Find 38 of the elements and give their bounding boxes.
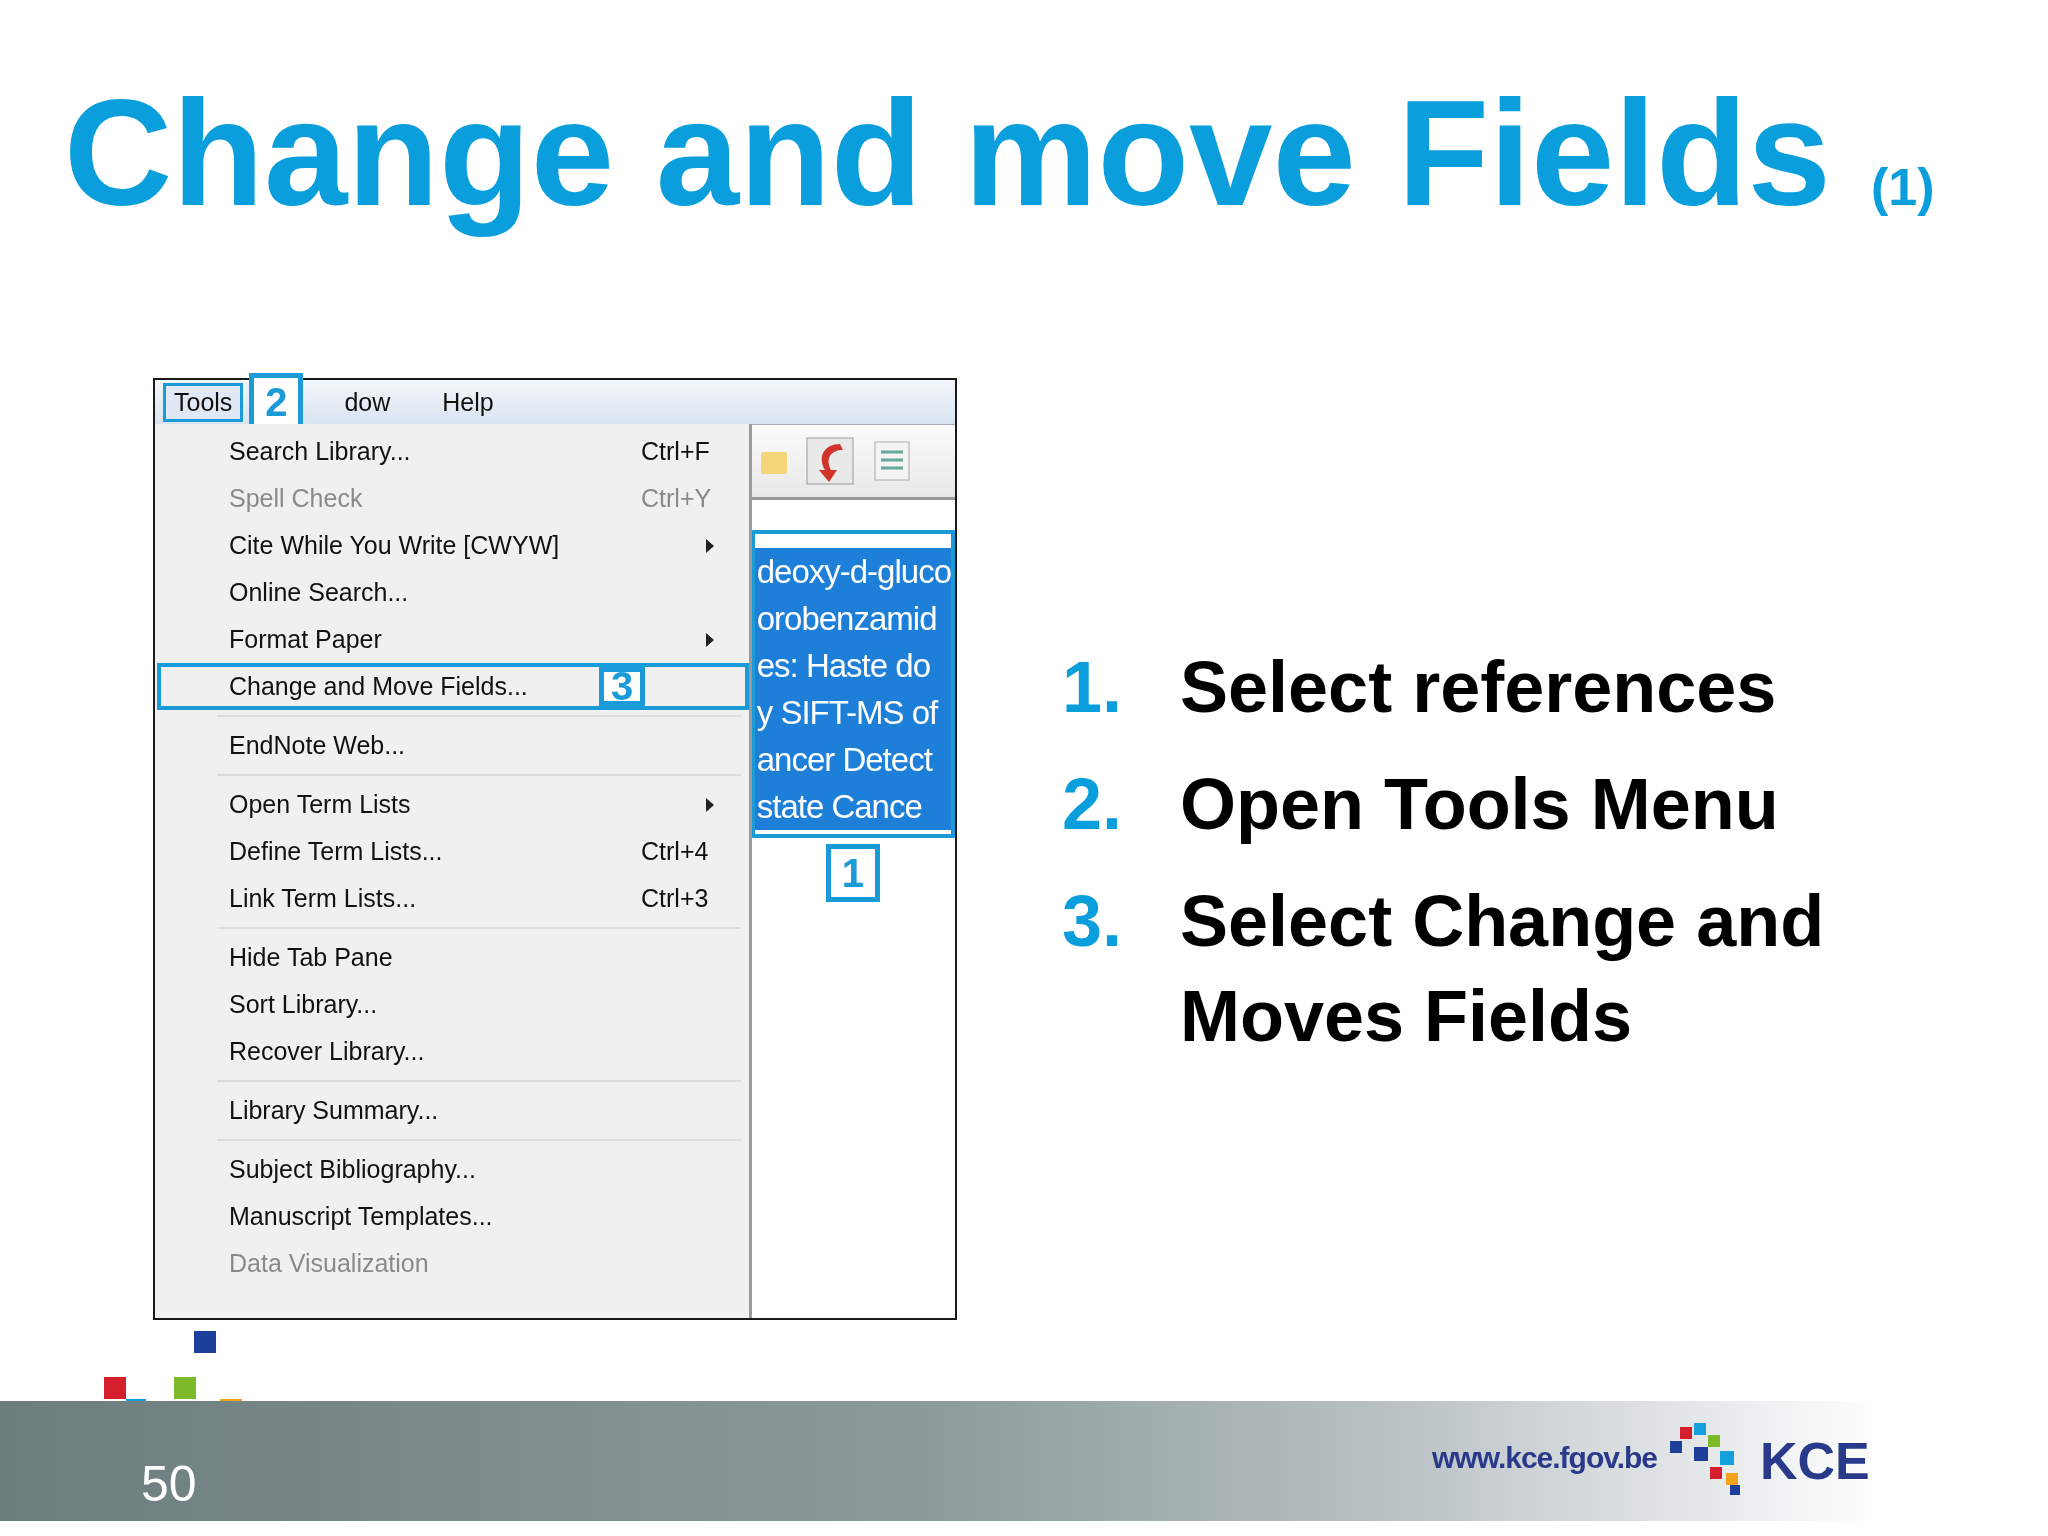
slide-title: Change and move Fields [64,68,1832,239]
footer-logo: KCE [1760,1431,1870,1491]
step-number: 3. [1062,880,1124,963]
reference-row[interactable]: y SIFT-MS of [754,689,951,736]
menu-item[interactable]: Cite While You Write [CWYW] [157,522,749,569]
step-marker: 3 [599,667,645,706]
reference-row[interactable]: ancer Detect [754,736,951,783]
page-number: 50 [141,1455,197,1513]
menu-item[interactable]: Search Library... Ctrl+F [157,428,749,475]
menu-item[interactable]: Open Term Lists [157,781,749,828]
menu-item[interactable]: Online Search... [157,569,749,616]
reference-row[interactable]: orobenzamid [754,595,951,642]
step-text: Select Change and Moves Fields [1180,880,1826,1058]
menu-item[interactable]: Library Summary... [157,1087,749,1134]
menu-bar-item[interactable]: Help [431,382,505,422]
menu-item[interactable]: Subject Bibliography... [157,1146,749,1193]
title-suffix: (1) [1871,157,1935,217]
menu-item[interactable]: Recover Library... [157,1028,749,1075]
menu-item[interactable]: Link Term Lists... Ctrl+3 [157,875,749,922]
step-number: 1. [1062,646,1124,729]
menu-item[interactable]: Format Paper [157,616,749,663]
reference-row[interactable]: es: Haste do [754,642,951,689]
menu-item[interactable]: Define Term Lists... Ctrl+4 [157,828,749,875]
reference-row[interactable]: state Cance [754,783,951,830]
menu-item[interactable]: EndNote Web... [157,722,749,769]
list-icon[interactable] [872,438,913,484]
menu-item[interactable]: Hide Tab Pane [157,934,749,981]
menu-item[interactable]: Sort Library... [157,981,749,1028]
footer-url[interactable]: www.kce.fgov.be [1432,1441,1658,1475]
reference-row[interactable]: deoxy-d-gluco [754,548,951,595]
step-number: 2. [1062,763,1124,846]
step-text: Select references [1180,646,1777,729]
menu-item[interactable]: Manuscript Templates... [157,1193,749,1240]
menu-bar-item[interactable]: Tools [163,382,244,422]
menu-item[interactable]: Change and Move Fields... 3 [157,663,749,710]
step-marker: 1 [825,844,880,902]
menu-bar-item[interactable]: dow [333,382,402,422]
step-text: Open Tools Menu [1180,763,1779,846]
